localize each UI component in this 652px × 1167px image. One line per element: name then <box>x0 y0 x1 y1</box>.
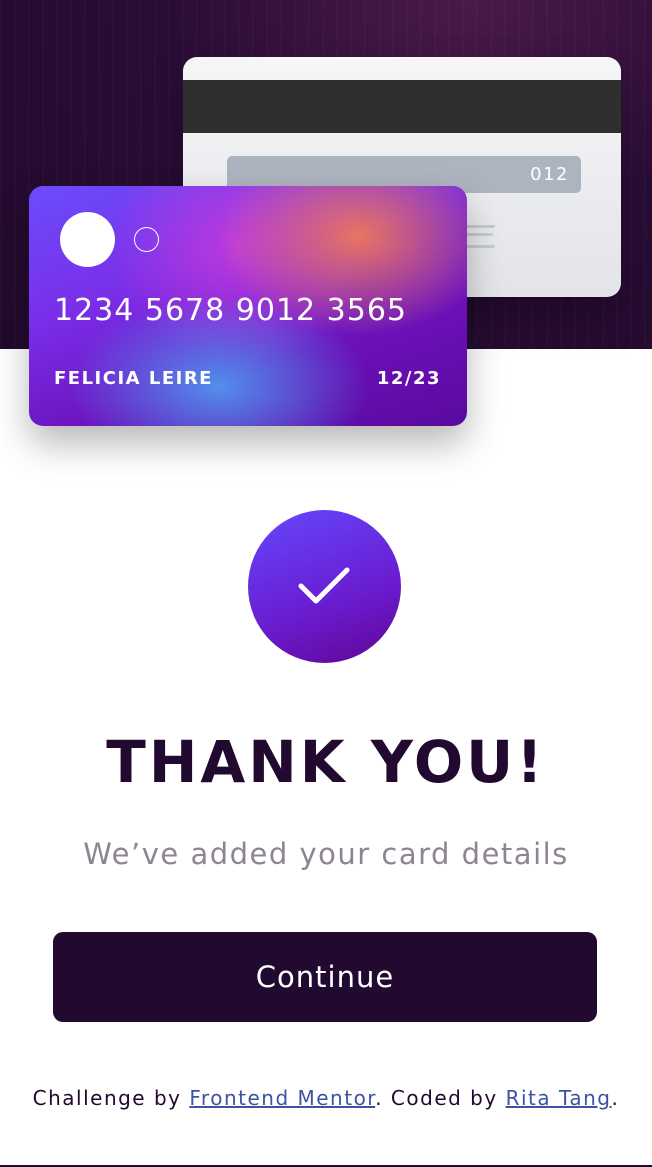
card-number: 1234 5678 9012 3565 <box>54 293 407 328</box>
card-cvc: 012 <box>530 164 569 185</box>
frontend-mentor-link[interactable]: Frontend Mentor <box>189 1086 375 1110</box>
card-expiry: 12/23 <box>376 368 441 389</box>
check-icon <box>298 567 350 604</box>
card-logo-circle-filled <box>60 212 115 267</box>
attribution-suffix: . <box>611 1086 620 1110</box>
thank-you-title: THANK YOU! <box>106 728 546 796</box>
confirmation-message: We’ve added your card details <box>83 837 569 871</box>
attribution-prefix: Challenge by <box>32 1086 190 1110</box>
continue-button[interactable]: Continue <box>53 932 597 1022</box>
author-link[interactable]: Rita Tang <box>506 1086 612 1110</box>
success-badge <box>248 510 401 663</box>
card-front: 1234 5678 9012 3565 FELICIA LEIRE 12/23 <box>29 186 467 426</box>
card-logo-circle-outline <box>134 227 159 252</box>
card-back-decoration <box>463 233 493 236</box>
magnetic-stripe <box>183 80 621 133</box>
attribution: Challenge by Frontend Mentor. Coded by R… <box>0 1086 652 1110</box>
cardholder-name: FELICIA LEIRE <box>54 368 213 389</box>
attribution-middle: . Coded by <box>375 1086 506 1110</box>
